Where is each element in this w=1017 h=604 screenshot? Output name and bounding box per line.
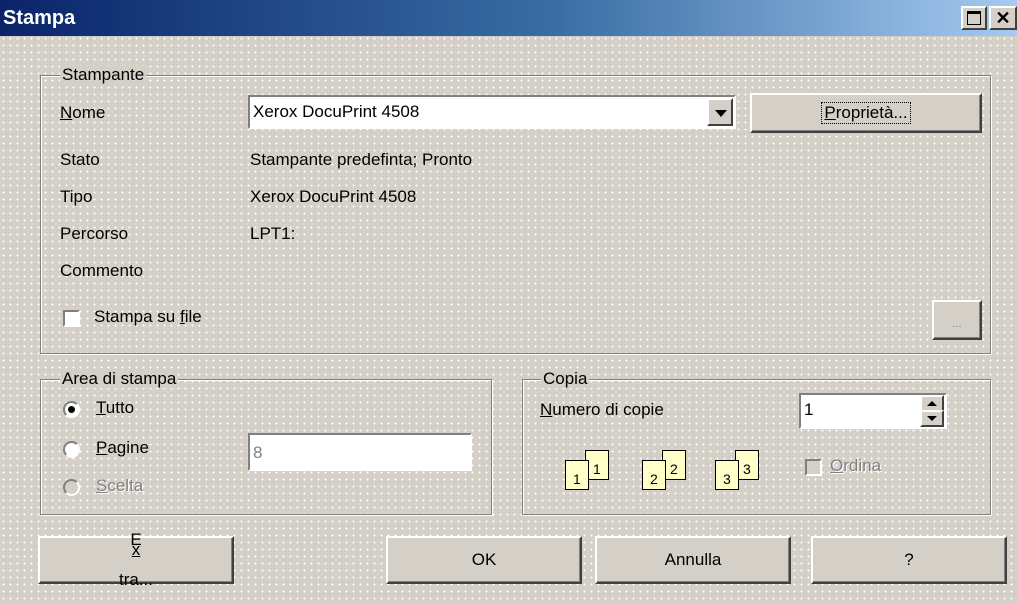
page-icon: 2 — [642, 460, 666, 490]
printer-name-value: Xerox DocuPrint 4508 — [253, 102, 420, 121]
printer-legend: Stampante — [60, 65, 147, 84]
comment-label: Commento — [60, 261, 144, 280]
pages-input[interactable]: 8 — [248, 433, 472, 471]
properties-button-label: Proprietà... — [821, 102, 911, 124]
copies-legend: Copia — [541, 369, 590, 388]
copies-count-input[interactable]: 1 — [799, 393, 947, 429]
page-icon: 3 — [715, 460, 739, 490]
maximize-icon — [967, 11, 981, 25]
all-radio[interactable] — [63, 401, 80, 418]
close-icon: ✕ — [995, 8, 1011, 28]
copies-count-value: 1 — [804, 400, 814, 419]
title-bar[interactable]: Stampa ✕ — [0, 0, 1017, 36]
chevron-down-icon[interactable] — [707, 98, 733, 126]
copies-count-label: Numero di copie — [540, 400, 664, 419]
page-icon: 1 — [565, 460, 589, 490]
selection-label: Scelta — [96, 476, 144, 495]
collate-checkbox[interactable] — [805, 459, 822, 476]
print-range-legend: Area di stampa — [60, 369, 179, 388]
browse-button-label: ... — [952, 318, 962, 331]
status-value: Stampante predefinta; Pronto — [250, 150, 473, 169]
close-button[interactable]: ✕ — [989, 6, 1017, 30]
cancel-button[interactable]: Annulla — [595, 536, 791, 584]
selection-radio[interactable] — [63, 479, 80, 496]
type-label: Tipo — [60, 187, 93, 206]
browse-button[interactable]: ... — [932, 300, 982, 340]
pages-label: Pagine — [96, 438, 149, 457]
properties-button[interactable]: Proprietà... — [750, 93, 982, 133]
ok-button[interactable]: OK — [386, 536, 582, 584]
print-to-file-label: Stampa su file — [94, 307, 202, 326]
help-button-label: ? — [904, 550, 914, 569]
pages-radio[interactable] — [63, 441, 80, 458]
extra-button-label: Ex tra... — [118, 530, 153, 589]
cancel-button-label: Annulla — [664, 550, 722, 569]
all-label: Tutto — [96, 398, 135, 417]
ok-button-label: OK — [471, 550, 497, 569]
extra-button[interactable]: Ex tra... — [38, 530, 234, 589]
path-value: LPT1: — [250, 224, 296, 243]
help-button[interactable]: ? — [811, 536, 1007, 584]
print-to-file-checkbox[interactable] — [63, 310, 80, 327]
maximize-button[interactable] — [961, 6, 987, 30]
name-label: Nome — [60, 103, 106, 122]
pages-value: 8 — [253, 443, 263, 462]
window-title: Stampa — [3, 7, 76, 29]
status-label: Stato — [60, 150, 100, 169]
path-label: Percorso — [60, 224, 129, 243]
printer-name-combo[interactable]: Xerox DocuPrint 4508 — [248, 95, 736, 129]
collate-label: Ordina — [830, 456, 882, 475]
type-value: Xerox DocuPrint 4508 — [250, 187, 417, 206]
spin-down-icon[interactable] — [920, 410, 944, 427]
